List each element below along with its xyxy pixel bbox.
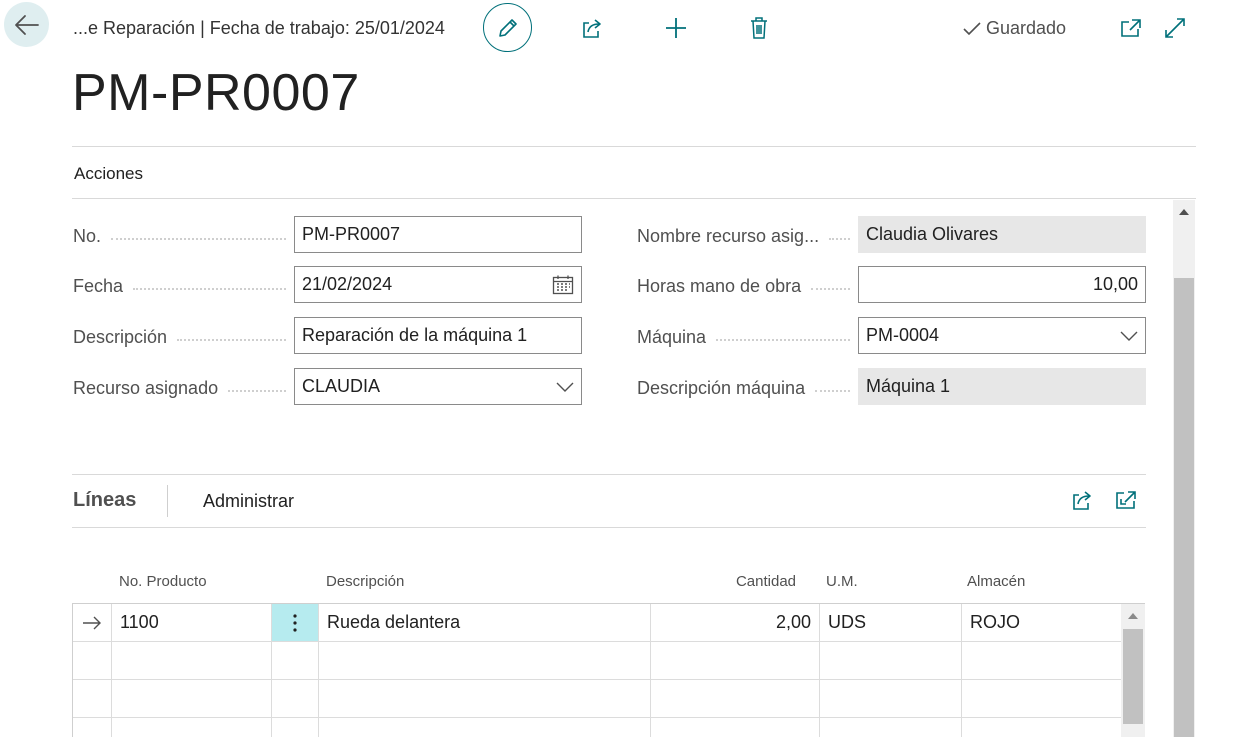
cell-producto[interactable] [112,680,272,717]
col-header-producto[interactable]: No. Producto [119,573,207,590]
cell-descripcion[interactable] [319,718,651,737]
row-menu-cell [272,680,319,717]
page-title: PM-PR0007 [72,64,360,122]
edit-button[interactable] [483,3,532,52]
nombre-recurso-label: Nombre recurso asig... [637,225,858,247]
title-divider [72,146,1196,147]
table-row[interactable] [73,642,1121,680]
trash-icon [749,16,769,40]
share-icon [1070,489,1094,511]
lines-grid: 1100 Rueda delantera 2,00 UDS ROJO [72,603,1121,737]
lines-expand-button[interactable] [1111,485,1141,515]
chevron-down-icon[interactable] [556,382,574,392]
descripcion-field[interactable]: Reparación de la máquina 1 [294,317,582,354]
nombre-recurso-field: Claudia Olivares [858,216,1146,253]
table-row[interactable] [73,718,1121,737]
cell-um[interactable]: UDS [820,604,962,641]
col-header-descripcion[interactable]: Descripción [326,573,404,590]
cell-descripcion[interactable] [319,680,651,717]
delete-button[interactable] [744,13,774,43]
cell-cantidad[interactable] [651,680,820,717]
saved-status: Guardado [962,18,1066,39]
breadcrumb: ...e Reparación | Fecha de trabajo: 25/0… [73,18,445,38]
maquina-select[interactable]: PM-0004 [858,317,1146,354]
maquina-label: Máquina [637,326,858,348]
table-row[interactable] [73,680,1121,718]
lines-tab[interactable]: Líneas [73,489,136,512]
row-menu-cell [272,718,319,737]
check-icon [962,21,982,37]
fecha-label: Fecha [73,275,294,297]
descripcion-label: Descripción [73,326,294,348]
fecha-field[interactable]: 21/02/2024 [294,266,582,303]
cell-um[interactable] [820,680,962,717]
row-indicator [73,642,112,679]
lines-share-button[interactable] [1067,485,1097,515]
recurso-select[interactable]: CLAUDIA [294,368,582,405]
actions-divider [72,198,1196,199]
cell-producto[interactable] [112,718,272,737]
new-button[interactable] [661,13,691,43]
cell-um[interactable] [820,642,962,679]
lines-header-divider [72,527,1146,528]
open-new-window-icon [1119,17,1143,39]
lines-top-divider [72,474,1146,475]
open-new-window-button[interactable] [1116,13,1146,43]
page-scrollbar[interactable] [1173,200,1195,737]
cell-cantidad[interactable]: 2,00 [651,604,820,641]
col-header-cantidad[interactable]: Cantidad [650,573,796,590]
cell-almacen[interactable] [962,680,1121,717]
recurso-label: Recurso asignado [73,377,294,399]
cell-cantidad[interactable] [651,642,820,679]
desc-maquina-label: Descripción máquina [637,377,858,399]
cell-producto[interactable] [112,642,272,679]
cell-cantidad[interactable] [651,718,820,737]
calendar-icon[interactable] [552,275,574,295]
share-button[interactable] [577,13,607,43]
no-field[interactable]: PM-PR0007 [294,216,582,253]
manage-menu[interactable]: Administrar [203,491,294,512]
horas-label: Horas mano de obra [637,275,858,297]
expand-icon [1163,16,1187,40]
row-indicator [73,604,112,641]
scroll-up-icon[interactable] [1127,612,1139,620]
cell-almacen[interactable] [962,642,1121,679]
cell-descripcion[interactable]: Rueda delantera [319,604,651,641]
row-indicator [73,680,112,717]
arrow-right-icon [82,616,102,630]
row-menu-button[interactable] [272,604,319,641]
arrow-left-icon [14,14,40,36]
row-menu-cell [272,642,319,679]
col-header-almacen[interactable]: Almacén [967,573,1025,590]
table-row[interactable]: 1100 Rueda delantera 2,00 UDS ROJO [73,604,1121,642]
row-indicator [73,718,112,737]
lines-scrollbar[interactable] [1121,603,1145,737]
plus-icon [664,16,688,40]
actions-menu[interactable]: Acciones [74,164,143,184]
chevron-down-icon[interactable] [1120,331,1138,341]
scrollbar-thumb[interactable] [1123,629,1143,724]
lines-separator [167,485,168,517]
scrollbar-thumb[interactable] [1174,278,1194,737]
cell-almacen[interactable]: ROJO [962,604,1121,641]
cell-producto[interactable]: 1100 [112,604,272,641]
share-icon [580,17,604,39]
scroll-up-icon[interactable] [1178,208,1190,216]
pencil-icon [496,16,520,40]
horas-field[interactable]: 10,00 [858,266,1146,303]
cell-almacen[interactable] [962,718,1121,737]
col-header-um[interactable]: U.M. [826,573,858,590]
saved-label: Guardado [986,18,1067,38]
cell-descripcion[interactable] [319,642,651,679]
expand-button[interactable] [1160,13,1190,43]
open-in-pane-icon [1114,489,1138,511]
more-vertical-icon [293,613,297,632]
cell-um[interactable] [820,718,962,737]
no-label: No. [73,225,294,247]
back-button[interactable] [4,2,49,47]
desc-maquina-field: Máquina 1 [858,368,1146,405]
